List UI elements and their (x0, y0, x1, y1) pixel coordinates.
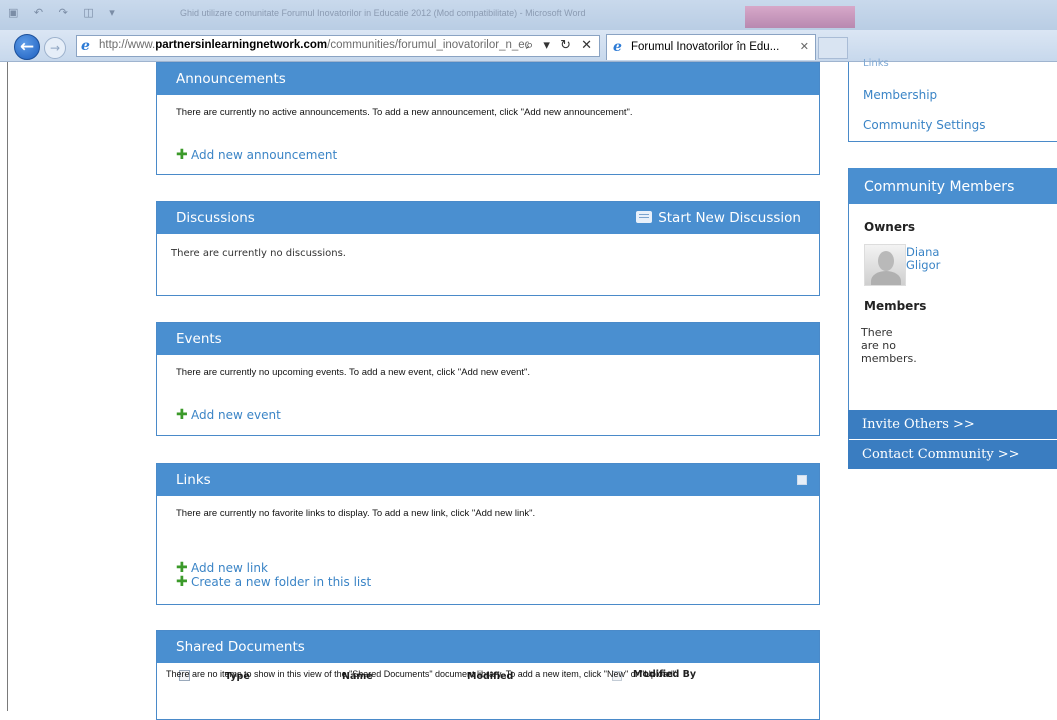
new-tab-button[interactable] (818, 37, 848, 59)
add-announcement-label: Add new announcement (191, 148, 338, 162)
announcements-message: There are currently no active announceme… (176, 107, 633, 118)
sidebar-links: Links Membership Community Settings (848, 58, 1057, 142)
create-folder-link[interactable]: ✚ Create a new folder in this list (176, 574, 371, 590)
url-prefix: http://www. (99, 39, 156, 51)
browser-window: ▣ ↶ ↷ ◫ ▾ Ghid utilizare comunitate Foru… (0, 0, 1057, 720)
owner-name-link[interactable]: Diana Gligor (906, 246, 956, 272)
default-avatar-icon[interactable] (864, 244, 906, 286)
links-header: Links (157, 464, 819, 496)
shared-documents-header: Shared Documents (157, 631, 819, 663)
invite-others-button[interactable]: Invite Others >> (848, 410, 1057, 439)
url-path: /communities/forumul_inovatorilor_n_educ… (327, 39, 529, 51)
contact-community-button[interactable]: Contact Community >> (848, 440, 1057, 469)
add-announcement-link[interactable]: ✚ Add new announcement (176, 147, 337, 163)
sidebar-item-community-settings[interactable]: Community Settings (863, 118, 985, 132)
owners-label: Owners (864, 220, 916, 234)
url-domain: partnersinlearningnetwork.com (155, 39, 328, 51)
forward-button[interactable]: → (44, 37, 66, 59)
start-discussion-label: Start New Discussion (658, 210, 801, 226)
sidebar-item-links[interactable]: Links (863, 58, 889, 69)
shared-documents-message: There are no items to show in this view … (166, 669, 679, 679)
quick-access-toolbar[interactable]: ▣ ↶ ↷ ◫ ▾ (8, 6, 121, 19)
discussions-panel: Discussions Start New Discussion There a… (156, 201, 820, 296)
url-text[interactable]: http://www.partnersinlearningnetwork.com… (99, 39, 529, 51)
events-title: Events (176, 331, 222, 347)
tab-close-icon[interactable]: ✕ (800, 40, 809, 53)
start-discussion-button[interactable]: Start New Discussion (636, 202, 801, 234)
address-bar-controls[interactable]: ⌕ ▾ ↻ ✕ (526, 38, 595, 53)
select-all-checkbox-icon[interactable] (797, 475, 807, 485)
back-button[interactable]: ← (14, 34, 40, 60)
add-event-label: Add new event (191, 408, 281, 422)
shared-documents-panel: Shared Documents Type Name Modified Modi… (156, 630, 820, 720)
ie-icon: e (613, 39, 622, 55)
add-link-label: Add new link (191, 561, 268, 575)
address-toolbar: ← → e http://www.partnersinlearningnetwo… (0, 30, 1057, 62)
shared-documents-title: Shared Documents (176, 639, 305, 655)
events-header: Events (157, 323, 819, 355)
tab-title: Forumul Inovatorilor în Edu... (631, 41, 780, 53)
discussions-message: There are currently no discussions. (171, 248, 346, 259)
community-members-panel: Community Members Owners Diana Gligor Me… (848, 168, 1057, 442)
announcements-header: Announcements (157, 63, 819, 95)
community-members-header: Community Members (849, 168, 1057, 204)
links-title: Links (176, 472, 211, 488)
page-left-border (7, 62, 8, 711)
browser-tab-active[interactable]: e Forumul Inovatorilor în Edu... ✕ (606, 34, 816, 60)
plus-icon: ✚ (176, 147, 188, 163)
links-panel: Links There are currently no favorite li… (156, 463, 820, 605)
create-folder-label: Create a new folder in this list (191, 575, 372, 589)
plus-icon: ✚ (176, 407, 188, 423)
add-event-link[interactable]: ✚ Add new event (176, 407, 281, 423)
events-panel: Events There are currently no upcoming e… (156, 322, 820, 436)
sidebar-item-membership[interactable]: Membership (863, 88, 937, 102)
page-content: Announcements There are currently no act… (0, 58, 1057, 720)
title-bar-accent (745, 6, 855, 28)
events-message: There are currently no upcoming events. … (176, 367, 531, 378)
no-members-message: There are no members. (861, 326, 917, 365)
links-message: There are currently no favorite links to… (176, 508, 536, 519)
chat-icon (636, 211, 653, 223)
announcements-panel: Announcements There are currently no act… (156, 62, 820, 175)
address-bar[interactable]: e http://www.partnersinlearningnetwork.c… (76, 35, 600, 57)
window-title-bar: ▣ ↶ ↷ ◫ ▾ Ghid utilizare comunitate Foru… (0, 0, 1057, 30)
announcements-title: Announcements (176, 71, 286, 87)
discussions-header: Discussions Start New Discussion (157, 202, 819, 234)
ie-icon: e (81, 38, 90, 54)
plus-icon: ✚ (176, 574, 188, 590)
members-label: Members (864, 299, 927, 313)
discussions-title: Discussions (176, 210, 255, 226)
window-title: Ghid utilizare comunitate Forumul Inovat… (180, 8, 586, 18)
